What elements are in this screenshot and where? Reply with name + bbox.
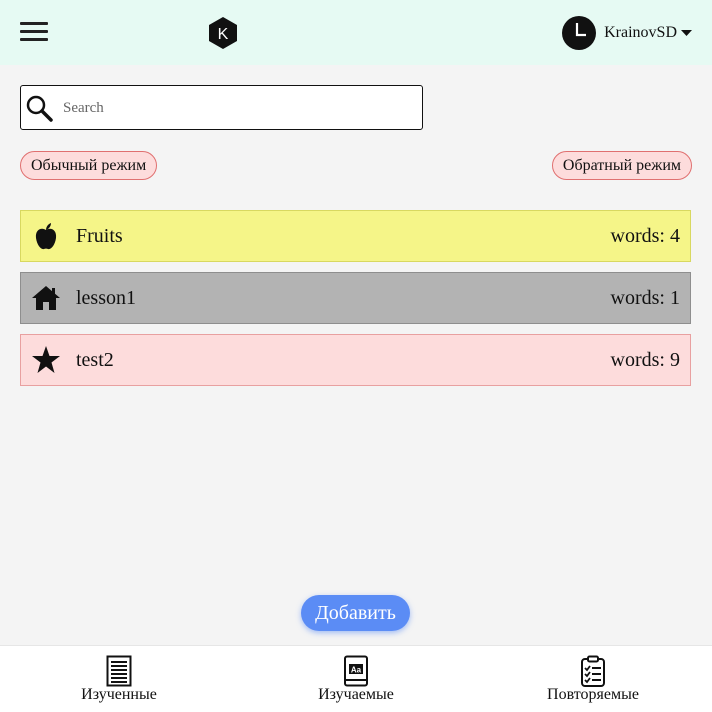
app-logo[interactable]: K — [207, 16, 239, 50]
lesson-word-count: words: 9 — [606, 349, 680, 372]
logo-hexagon-icon: K — [209, 17, 237, 49]
username: KrainovSD — [604, 24, 677, 41]
logo-letter: K — [218, 26, 229, 43]
dictionary-book-icon: Aa — [344, 655, 368, 687]
clock-avatar-icon — [562, 16, 597, 50]
word-count-value: 1 — [670, 287, 680, 309]
lesson-name: lesson1 — [76, 287, 136, 309]
list-document-icon — [106, 655, 132, 687]
chevron-down-icon — [681, 30, 692, 36]
top-header: K KrainovSD — [0, 0, 712, 65]
lesson-item-lesson1[interactable]: lesson1 words: 1 — [20, 272, 691, 324]
lesson-word-count: words: 4 — [606, 225, 680, 248]
hamburger-menu-button[interactable] — [20, 22, 48, 42]
search-icon — [26, 95, 53, 122]
menu-bar — [20, 30, 48, 33]
lesson-word-count: words: 1 — [606, 287, 680, 310]
search-box — [20, 85, 423, 130]
lesson-name: Fruits — [76, 225, 123, 247]
search-input[interactable] — [63, 94, 413, 122]
house-icon — [32, 286, 60, 310]
menu-bar — [20, 38, 48, 41]
lesson-item-test2[interactable]: test2 words: 9 — [20, 334, 691, 386]
nav-item-repeated[interactable]: Повторяемые — [503, 646, 683, 712]
word-count-label: words: — [610, 225, 665, 247]
user-menu[interactable]: KrainovSD — [562, 16, 692, 50]
word-count-label: words: — [610, 349, 665, 371]
nav-label: Изученные — [81, 686, 157, 703]
lesson-item-fruits[interactable]: Fruits words: 4 — [20, 210, 691, 262]
star-icon — [32, 346, 60, 373]
menu-bar — [20, 22, 48, 25]
apple-icon — [35, 223, 57, 250]
nav-item-learned[interactable]: Изученные — [29, 646, 209, 712]
add-lesson-button[interactable]: Добавить — [301, 595, 410, 631]
word-count-label: words: — [610, 287, 665, 309]
bottom-navigation: Изученные Aa Изучаемые Повторяемые — [0, 645, 712, 712]
clipboard-checklist-icon — [581, 655, 605, 687]
word-count-value: 4 — [670, 225, 680, 247]
reverse-mode-button[interactable]: Обратный режим — [551, 151, 692, 180]
nav-label: Повторяемые — [547, 686, 639, 703]
svg-text:Aa: Aa — [351, 666, 362, 675]
normal-mode-button[interactable]: Обычный режим — [20, 151, 158, 180]
word-count-value: 9 — [670, 349, 680, 371]
nav-label: Изучаемые — [318, 686, 394, 703]
lesson-name: test2 — [76, 349, 114, 371]
nav-item-learning[interactable]: Aa Изучаемые — [266, 646, 446, 712]
